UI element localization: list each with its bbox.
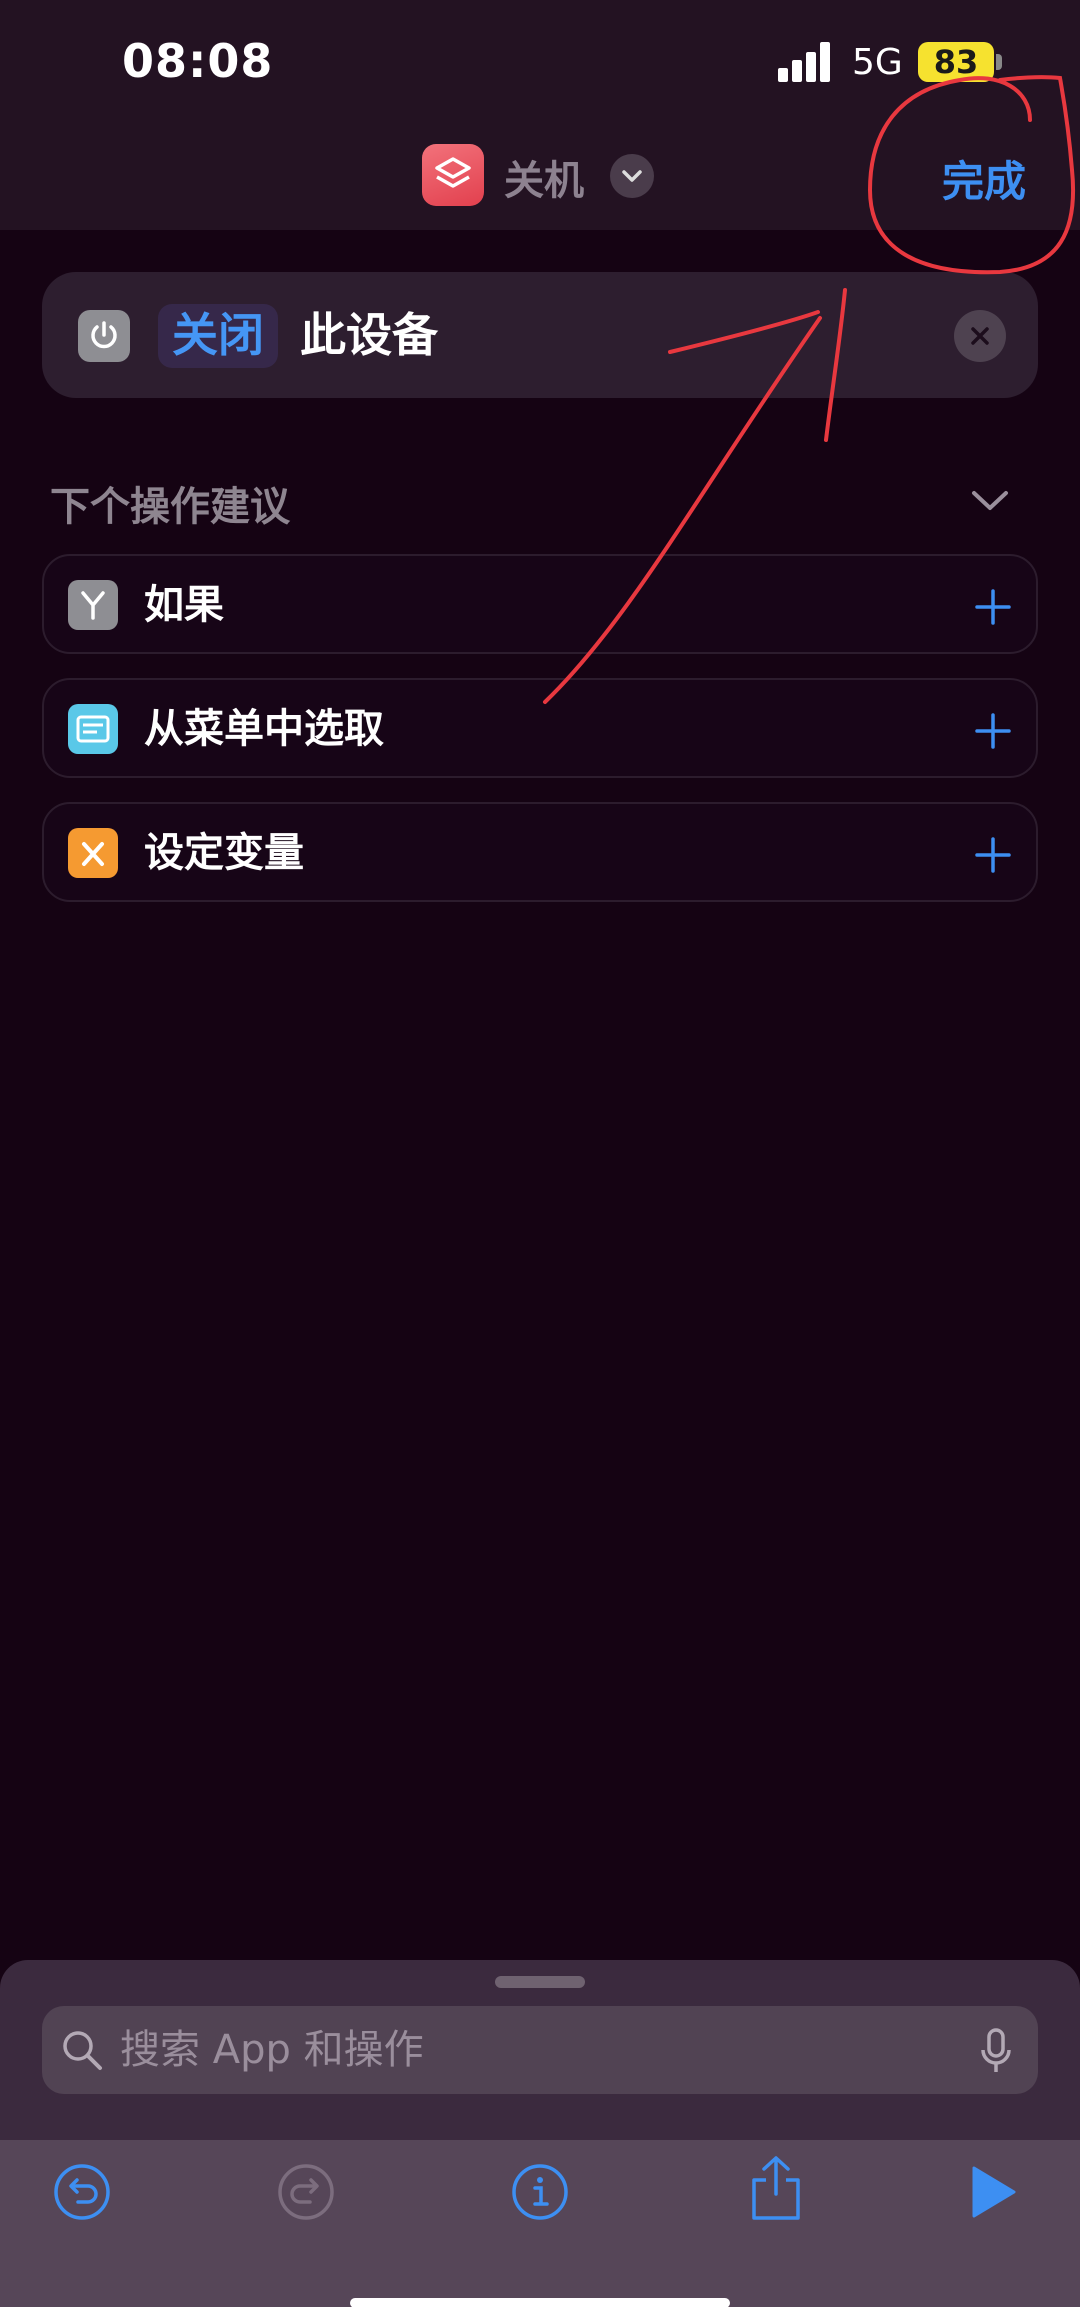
microphone-icon[interactable] <box>980 2028 1012 2074</box>
action-search-sheet <box>0 1960 1080 2140</box>
shortcuts-app-icon[interactable] <box>422 144 484 206</box>
action-parameter-token[interactable]: 关闭 <box>158 304 278 368</box>
menu-icon <box>68 704 118 754</box>
plus-icon[interactable] <box>974 836 1012 874</box>
variable-icon <box>68 828 118 878</box>
power-icon <box>78 310 130 362</box>
suggestion-label: 设定变量 <box>144 830 304 876</box>
redo-icon[interactable] <box>276 2162 336 2222</box>
screen: 08:08 5G 83 关机 完成 关闭 此设备 下个操作建议 如果 从菜单中选… <box>0 0 1080 2307</box>
suggestions-title: 下个操作建议 <box>50 484 290 530</box>
search-icon <box>63 2031 102 2070</box>
info-icon[interactable] <box>510 2162 570 2222</box>
network-label: 5G <box>852 42 903 83</box>
share-icon[interactable] <box>746 2154 806 2222</box>
close-icon[interactable] <box>954 310 1006 362</box>
suggestion-item-if[interactable]: 如果 <box>42 554 1038 654</box>
search-field[interactable] <box>42 2006 1038 2094</box>
sheet-grabber[interactable] <box>495 1976 585 1988</box>
battery-cap <box>996 54 1002 70</box>
suggestion-item-choose-from-menu[interactable]: 从菜单中选取 <box>42 678 1038 778</box>
shutdown-action-card[interactable]: 关闭 此设备 <box>42 272 1038 398</box>
undo-icon[interactable] <box>52 2162 112 2222</box>
shortcut-name[interactable]: 关机 <box>504 148 584 206</box>
bottom-toolbar <box>0 2140 1080 2307</box>
suggestion-label: 如果 <box>144 582 224 628</box>
chevron-down-icon[interactable] <box>970 488 1010 514</box>
battery-indicator: 83 <box>918 42 994 82</box>
signal-icon <box>778 42 832 82</box>
done-button[interactable]: 完成 <box>942 148 1026 209</box>
plus-icon[interactable] <box>974 588 1012 626</box>
status-time: 08:08 <box>122 34 274 88</box>
plus-icon[interactable] <box>974 712 1012 750</box>
top-bar: 08:08 5G 83 关机 完成 <box>0 0 1080 230</box>
chevron-down-icon[interactable] <box>610 154 654 198</box>
play-icon[interactable] <box>968 2162 1018 2222</box>
search-input[interactable] <box>118 2018 898 2082</box>
action-text: 此设备 <box>300 308 438 362</box>
home-indicator <box>350 2298 730 2307</box>
suggestion-item-set-variable[interactable]: 设定变量 <box>42 802 1038 902</box>
branch-icon <box>68 580 118 630</box>
suggestion-label: 从菜单中选取 <box>144 706 384 752</box>
